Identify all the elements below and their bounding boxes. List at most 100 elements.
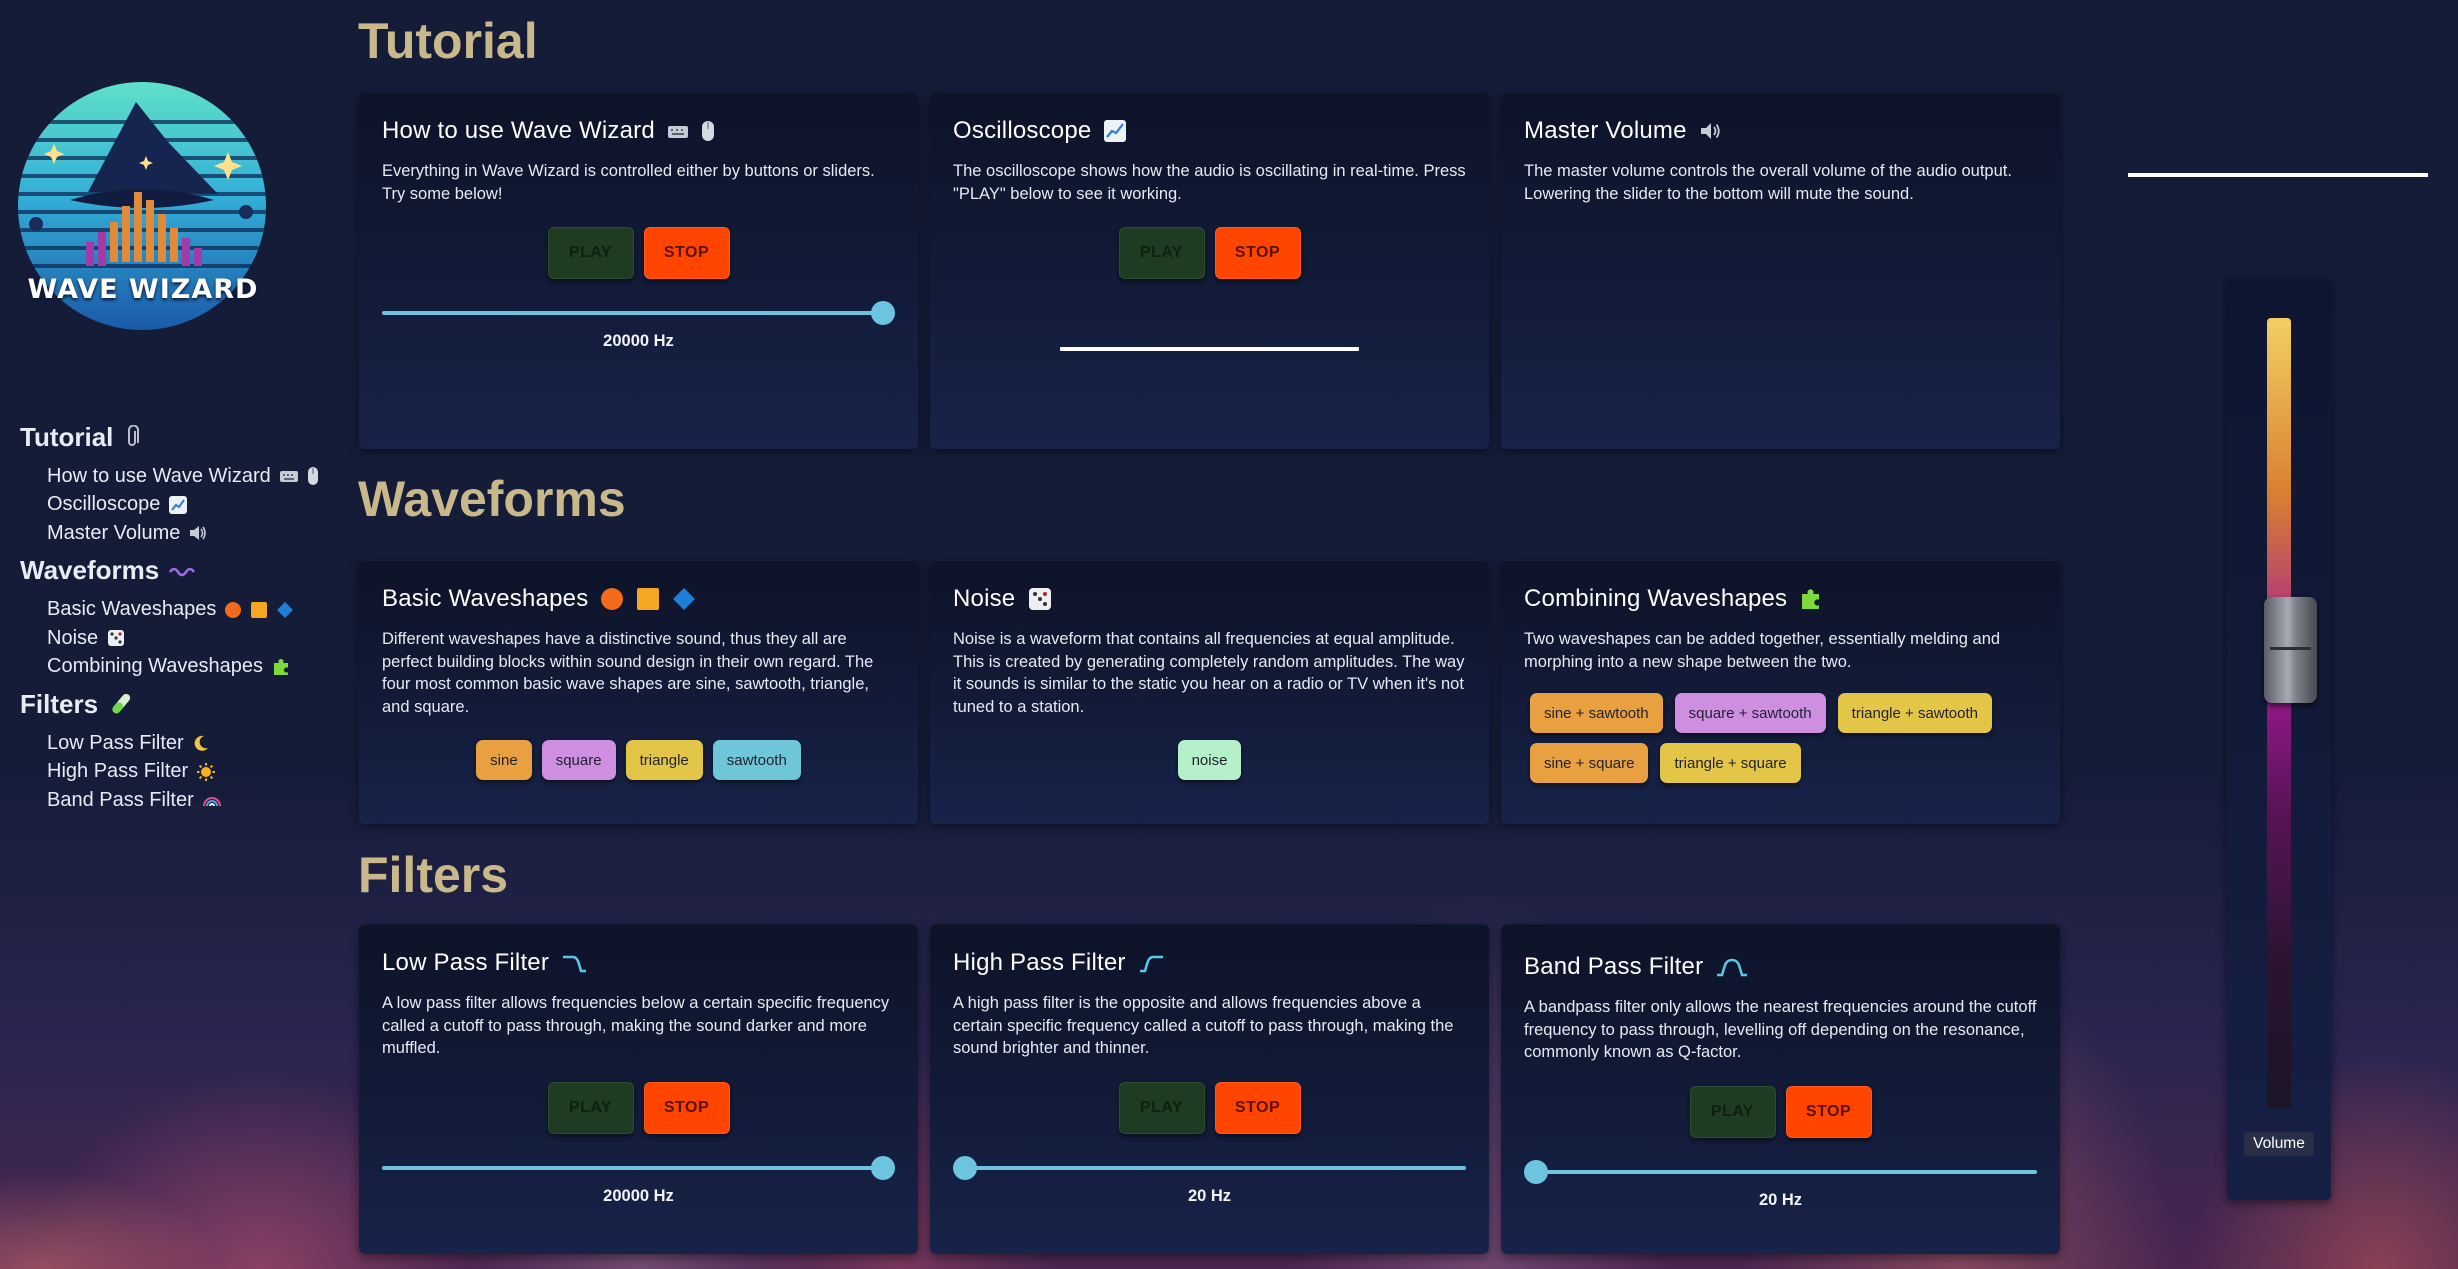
play-button[interactable]: PLAY — [547, 227, 634, 279]
section-title-filters: Filters — [358, 847, 509, 903]
sidebar-item-label: Noise — [47, 626, 99, 649]
volume-level-fill — [2267, 318, 2291, 1108]
sidebar-item-high-pass-filter[interactable]: High Pass Filter — [47, 758, 319, 787]
button-row: PLAY STOP — [382, 1081, 895, 1134]
card-title-text: Low Pass Filter — [382, 949, 550, 976]
combo-button-sine-square[interactable]: sine + square — [1530, 743, 1649, 783]
stop-button[interactable]: STOP — [1785, 1085, 1872, 1138]
card-title-text: How to use Wave Wizard — [382, 117, 655, 144]
section-title-tutorial: Tutorial — [358, 13, 538, 69]
test-tube-icon — [108, 691, 134, 717]
card-title-text: Noise — [953, 585, 1016, 612]
combo-button-triangle-sawtooth[interactable]: triangle + sawtooth — [1837, 693, 1992, 733]
card-title: Master Volume — [1524, 116, 2037, 146]
cutoff-value: 20 Hz — [1187, 1186, 1232, 1205]
orange-circle-icon — [600, 587, 624, 611]
section-title-waveforms: Waveforms — [358, 471, 626, 527]
play-button[interactable]: PLAY — [1689, 1085, 1776, 1138]
sidebar-item-low-pass-filter[interactable]: Low Pass Filter — [47, 729, 319, 758]
nav-section-filters[interactable]: Filters — [20, 687, 319, 721]
nav-section-tutorial[interactable]: Tutorial — [20, 420, 319, 454]
card-title: How to use Wave Wizard — [382, 116, 895, 146]
noise-button[interactable]: noise — [1177, 740, 1242, 780]
mouse-icon — [701, 120, 715, 142]
sidebar-item-label: Master Volume — [47, 521, 181, 544]
waveshape-button-triangle[interactable]: triangle — [625, 740, 703, 780]
frequency-slider[interactable] — [382, 301, 895, 325]
volume-slider-thumb[interactable] — [2264, 596, 2317, 703]
nav-section-label: Waveforms — [20, 555, 160, 585]
stop-button[interactable]: STOP — [1214, 1081, 1301, 1134]
card-description: A high pass filter is the opposite and a… — [953, 994, 1454, 1057]
blue-diamond-icon — [672, 587, 696, 611]
slider-thumb[interactable] — [1524, 1159, 1548, 1184]
nav-group-waveforms: Waveforms Basic Waveshapes Noise Combini… — [20, 554, 319, 682]
card-description: Two waveshapes can be added together, es… — [1524, 630, 2001, 671]
wavy-dash-icon — [169, 564, 197, 578]
sidebar-item-band-pass-filter[interactable]: Band Pass Filter — [47, 786, 319, 815]
cutoff-value: 20 Hz — [1758, 1190, 1803, 1209]
band-pass-curve-icon — [1715, 956, 1749, 978]
volume-label: Volume — [2244, 1132, 2314, 1156]
card-title: Oscilloscope — [953, 116, 1466, 146]
card-title: Noise — [953, 584, 1466, 614]
sidebar-nav: Tutorial How to use Wave Wizard Oscillos… — [20, 420, 319, 821]
sidebar-item-combining-waveshapes[interactable]: Combining Waveshapes — [47, 653, 319, 682]
button-row: PLAY STOP — [1524, 1085, 2037, 1138]
sidebar-item-label: Basic Waveshapes — [47, 598, 217, 621]
combo-button-square-sawtooth[interactable]: square + sawtooth — [1674, 693, 1826, 733]
cutoff-slider[interactable] — [1524, 1159, 2037, 1184]
low-pass-curve-icon — [561, 952, 587, 974]
stop-button[interactable]: STOP — [1214, 227, 1301, 279]
app-logo[interactable]: WAVE WIZARD — [18, 82, 268, 332]
cutoff-slider[interactable] — [953, 1155, 1466, 1180]
cutoff-slider[interactable] — [382, 1155, 895, 1180]
crescent-moon-icon — [192, 734, 210, 752]
slider-track — [382, 311, 895, 315]
waveshape-button-square[interactable]: square — [541, 740, 616, 780]
play-button[interactable]: PLAY — [1118, 1081, 1205, 1134]
stop-button[interactable]: STOP — [643, 227, 730, 279]
mouse-icon — [307, 466, 319, 486]
sidebar-item-master-volume[interactable]: Master Volume — [47, 519, 319, 548]
button-row: PLAY STOP — [382, 227, 895, 279]
sidebar-item-basic-waveshapes[interactable]: Basic Waveshapes — [47, 596, 319, 625]
card-how-to-use: How to use Wave Wizard Everything in Wav… — [359, 92, 918, 449]
card-title-text: Master Volume — [1524, 117, 1687, 144]
orange-circle-icon — [224, 601, 242, 619]
sidebar-item-label: Low Pass Filter — [47, 731, 184, 754]
slider-thumb[interactable] — [871, 1155, 895, 1180]
slider-thumb[interactable] — [953, 1155, 977, 1180]
sidebar: WAVE WIZARD Tutorial How to use Wave Wiz… — [0, 0, 340, 1269]
combined-waveshape-buttons: sine + sawtooth square + sawtooth triang… — [1530, 693, 2037, 783]
rainbow-icon — [202, 793, 222, 807]
play-button[interactable]: PLAY — [1118, 227, 1205, 279]
combo-button-triangle-square[interactable]: triangle + square — [1660, 743, 1801, 783]
master-volume-meter-line — [2128, 173, 2428, 177]
sidebar-item-label: Combining Waveshapes — [47, 655, 264, 678]
paperclip-icon — [123, 425, 141, 449]
waveshape-button-sawtooth[interactable]: sawtooth — [712, 740, 801, 780]
dice-icon — [106, 628, 126, 648]
chart-increasing-icon — [168, 495, 188, 515]
nav-section-label: Tutorial — [20, 421, 114, 452]
orange-square-icon — [250, 601, 268, 619]
combo-button-sine-sawtooth[interactable]: sine + sawtooth — [1530, 693, 1663, 733]
card-band-pass-filter: Band Pass Filter A bandpass filter only … — [1501, 924, 2060, 1254]
sidebar-item-oscilloscope[interactable]: Oscilloscope — [47, 491, 319, 520]
sidebar-item-noise[interactable]: Noise — [47, 624, 319, 653]
play-button[interactable]: PLAY — [547, 1081, 634, 1134]
slider-thumb[interactable] — [871, 301, 895, 325]
slider-track — [382, 1165, 895, 1170]
stop-button[interactable]: STOP — [643, 1081, 730, 1134]
card-description: The master volume controls the overall v… — [1524, 162, 2012, 203]
nav-group-filters: Filters Low Pass Filter High Pass Filter… — [20, 687, 319, 815]
nav-section-waveforms[interactable]: Waveforms — [20, 554, 319, 588]
waveshape-button-sine[interactable]: sine — [476, 740, 532, 780]
card-description: A low pass filter allows frequencies bel… — [382, 994, 890, 1057]
card-low-pass-filter: Low Pass Filter A low pass filter allows… — [359, 924, 918, 1254]
card-title-text: Oscilloscope — [953, 117, 1092, 144]
volume-slider-track[interactable] — [2267, 318, 2291, 1108]
sidebar-item-how-to-use[interactable]: How to use Wave Wizard — [47, 462, 319, 491]
noise-buttons: noise — [953, 740, 1466, 780]
